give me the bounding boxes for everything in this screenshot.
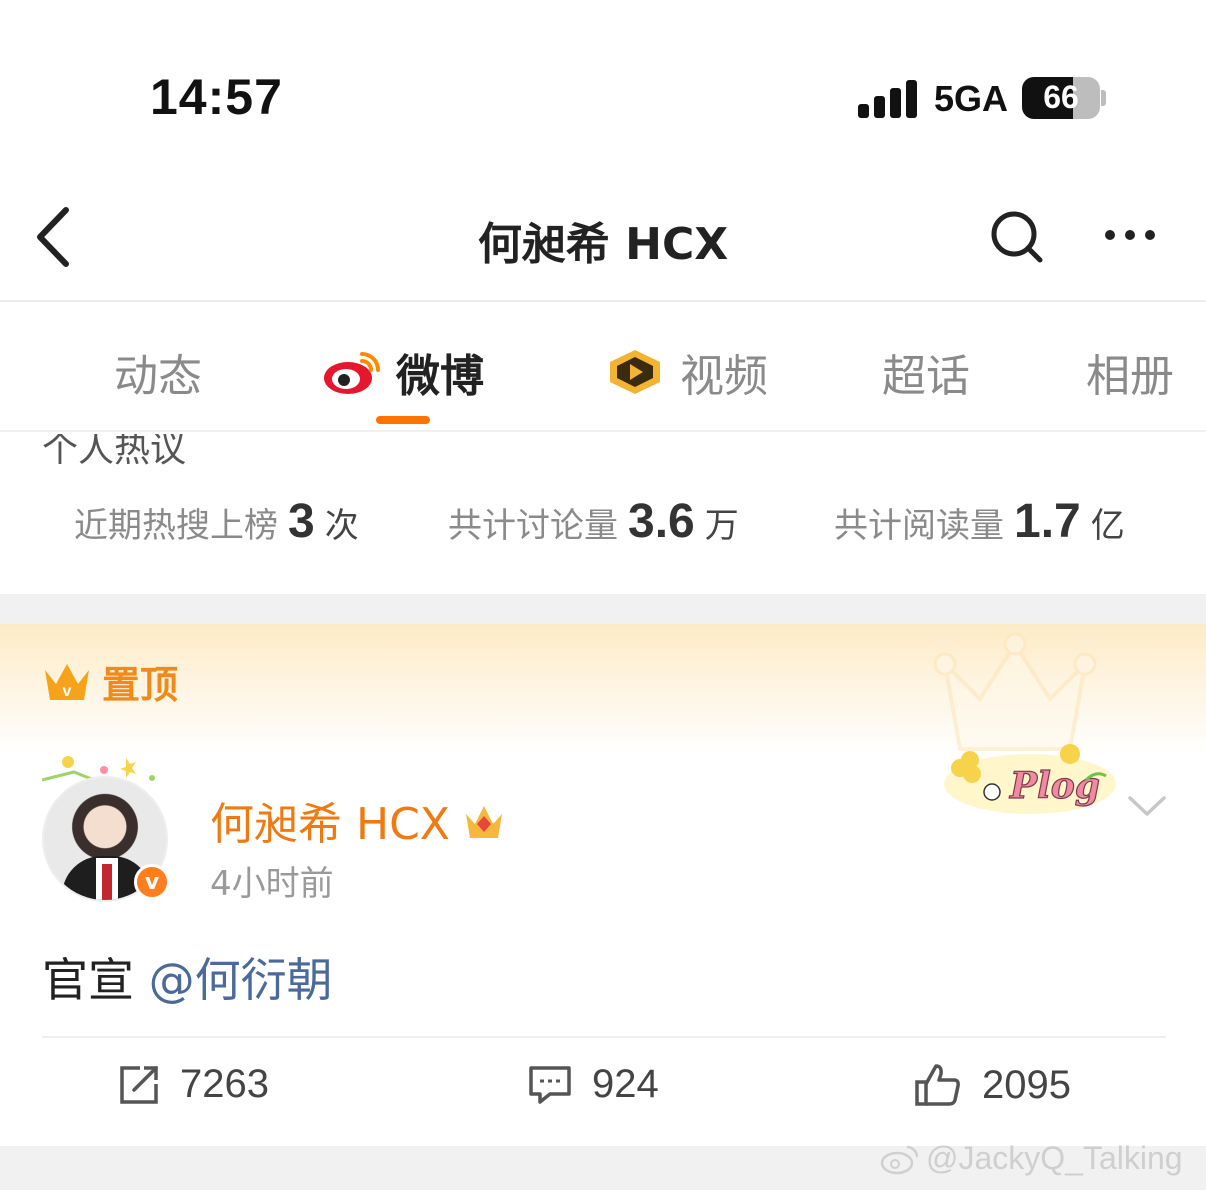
comment-icon bbox=[529, 1065, 571, 1104]
more-icon bbox=[1105, 230, 1155, 240]
watermark-text: @JackyQ_Talking bbox=[926, 1140, 1183, 1176]
profile-tabs: 动态 微博 视频 超话 相册 bbox=[0, 304, 1206, 432]
stat-unit: 万 bbox=[704, 506, 739, 546]
mention-link[interactable]: @何衍朝 bbox=[149, 953, 333, 1007]
tab-label: 超话 bbox=[882, 351, 970, 402]
tab-dynamics[interactable]: 动态 bbox=[114, 340, 202, 404]
battery-icon: 66 bbox=[1022, 77, 1100, 119]
section-title: 个人热议 bbox=[42, 434, 187, 470]
author-name: 何昶希 HCX bbox=[210, 799, 450, 850]
svg-text:Plog: Plog bbox=[1009, 765, 1100, 807]
like-count: 2095 bbox=[982, 1062, 1071, 1107]
weibo-logo-icon bbox=[324, 352, 380, 394]
tab-label: 视频 bbox=[680, 351, 768, 402]
author-name-link[interactable]: 何昶希 HCX bbox=[210, 788, 506, 852]
nav-bar: 何昶希 HCX bbox=[0, 170, 1206, 302]
comment-count: 924 bbox=[592, 1062, 659, 1106]
repost-count: 7263 bbox=[180, 1062, 269, 1106]
stat-unit: 亿 bbox=[1090, 506, 1125, 546]
stat-label: 近期热搜上榜 bbox=[74, 506, 278, 546]
post-divider bbox=[42, 1036, 1166, 1038]
thumbs-up-icon bbox=[915, 1064, 960, 1106]
stat-label: 共计阅读量 bbox=[834, 506, 1004, 546]
network-type: 5GA bbox=[934, 78, 1009, 119]
search-button[interactable] bbox=[988, 208, 1046, 266]
more-button[interactable] bbox=[1100, 220, 1160, 250]
stat-unit: 次 bbox=[324, 506, 359, 546]
tab-label: 相册 bbox=[1086, 351, 1174, 402]
repost-icon bbox=[120, 1065, 158, 1104]
crown-watermark-icon bbox=[933, 632, 1097, 751]
hot-discussion-section: 个人热议 近期热搜上榜 3 次 共计讨论量 3.6 万 共计阅读量 1.7 亿 bbox=[0, 434, 1206, 594]
battery-percent: 66 bbox=[1043, 79, 1079, 115]
battery-tip bbox=[1101, 90, 1106, 106]
stat-value: 1.7 bbox=[1014, 495, 1081, 548]
crown-icon: v bbox=[45, 663, 89, 700]
author-avatar[interactable]: v bbox=[30, 748, 190, 908]
like-button[interactable]: 2095 bbox=[914, 1062, 1071, 1108]
stat-label: 共计讨论量 bbox=[448, 506, 618, 546]
post-text: 官宣 bbox=[42, 953, 134, 1007]
post-content: 官宣 @何衍朝 bbox=[42, 944, 333, 1010]
pinned-text: 置顶 bbox=[102, 663, 179, 707]
vip-crown-icon bbox=[465, 806, 502, 838]
tab-album[interactable]: 相册 bbox=[1086, 340, 1174, 404]
verified-badge-icon: v bbox=[134, 864, 170, 900]
search-icon bbox=[991, 211, 1043, 263]
chevron-down-icon bbox=[1128, 796, 1166, 816]
repost-button[interactable]: 7263 bbox=[118, 1062, 269, 1107]
plog-sticker-icon: Plog bbox=[944, 744, 1116, 814]
weibo-watermark-icon bbox=[880, 1145, 919, 1174]
stat-discussion[interactable]: 共计讨论量 3.6 万 bbox=[448, 494, 739, 549]
section-divider bbox=[0, 594, 1206, 624]
tab-video[interactable]: 视频 bbox=[604, 340, 768, 404]
signal-icon bbox=[858, 78, 920, 118]
active-tab-indicator bbox=[376, 416, 430, 424]
stat-value: 3 bbox=[288, 495, 315, 548]
stat-reads[interactable]: 共计阅读量 1.7 亿 bbox=[834, 494, 1125, 549]
stat-value: 3.6 bbox=[628, 495, 695, 548]
pinned-label: v 置顶 bbox=[42, 654, 178, 709]
svg-text:v: v bbox=[63, 683, 72, 700]
tab-label: 动态 bbox=[114, 351, 202, 402]
tab-weibo[interactable]: 微博 bbox=[322, 340, 484, 404]
video-badge-icon bbox=[610, 350, 660, 394]
status-time: 14:57 bbox=[150, 69, 283, 125]
comment-button[interactable]: 924 bbox=[528, 1062, 659, 1107]
status-bar: 14:57 5GA 66 bbox=[0, 0, 1206, 150]
watermark: @JackyQ_Talking bbox=[880, 1140, 1183, 1177]
stat-hot-search[interactable]: 近期热搜上榜 3 次 bbox=[74, 494, 359, 549]
tab-super-topic[interactable]: 超话 bbox=[882, 340, 970, 404]
post-menu-button[interactable] bbox=[1126, 792, 1168, 820]
tab-label: 微博 bbox=[396, 351, 484, 402]
post-time: 4小时前 bbox=[210, 864, 334, 904]
